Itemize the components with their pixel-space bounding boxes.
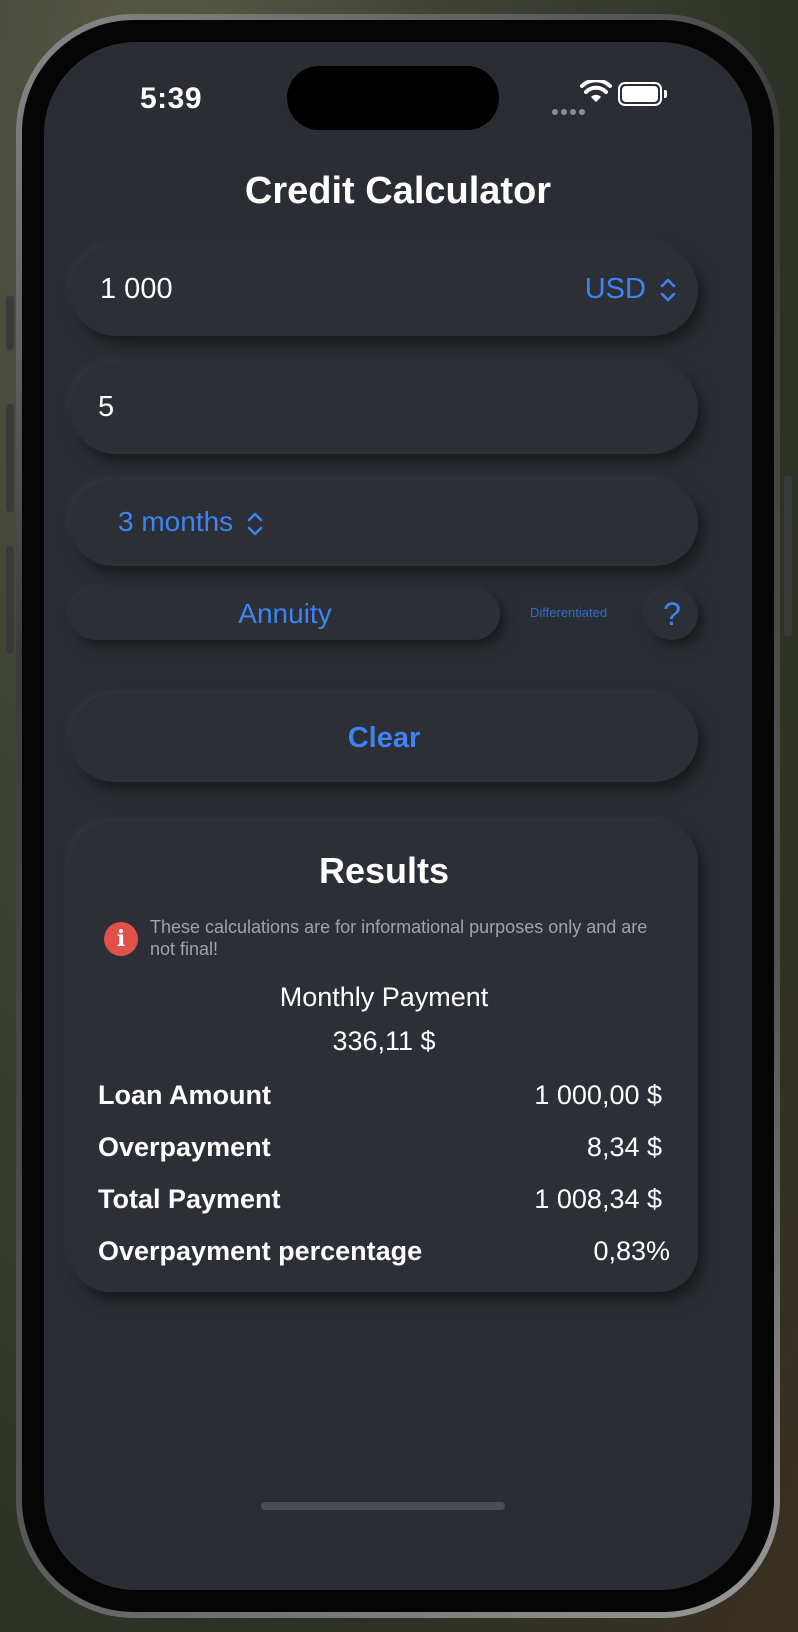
app-screen: 5:39 Credit Calculator 1 000 USD 5 3 mon…: [44, 42, 752, 1590]
volume-up-button: [6, 404, 14, 512]
overpayment-percentage-label: Overpayment percentage: [98, 1236, 423, 1266]
amount-input[interactable]: 1 000: [100, 273, 173, 306]
results-title: Results: [318, 850, 450, 891]
term-field[interactable]: 3 months: [70, 480, 698, 566]
page-title: Credit Calculator: [244, 170, 552, 212]
rate-input[interactable]: 5: [98, 391, 114, 424]
info-icon: i: [104, 922, 138, 956]
home-indicator[interactable]: [261, 1502, 505, 1510]
battery-icon: [618, 82, 667, 106]
term-label: 3 months: [118, 506, 234, 537]
monthly-payment-label: Monthly Payment: [279, 982, 489, 1012]
loan-amount-label: Loan Amount: [98, 1080, 271, 1110]
monthly-payment-value: 336,11 $: [332, 1026, 436, 1056]
overpayment-percentage-value: 0,83%: [593, 1236, 670, 1266]
clear-label: Clear: [347, 722, 421, 754]
help-button[interactable]: ?: [646, 588, 698, 640]
term-picker[interactable]: 3 months: [118, 506, 263, 538]
currency-label: USD: [584, 273, 646, 305]
loan-amount-value: 1 000,00 $: [534, 1080, 662, 1110]
volume-down-button: [6, 546, 14, 654]
wifi-icon: [580, 80, 612, 102]
rate-field[interactable]: 5: [70, 362, 698, 454]
differentiated-segment[interactable]: Differentiated: [530, 605, 607, 620]
amount-field[interactable]: 1 000 USD: [70, 244, 698, 336]
chevron-updown-icon: [660, 279, 676, 302]
disclaimer-text: These calculations are for informational…: [150, 917, 648, 959]
action-button: [6, 296, 14, 350]
overpayment-label: Overpayment: [98, 1132, 271, 1162]
annuity-segment[interactable]: Annuity: [70, 588, 500, 640]
results-card: Results i These calculations are for inf…: [70, 822, 698, 1292]
clear-button[interactable]: Clear: [70, 694, 698, 782]
overpayment-value: 8,34 $: [586, 1132, 662, 1162]
total-payment-label: Total Payment: [98, 1184, 281, 1214]
dynamic-island: [287, 66, 499, 130]
chevron-updown-icon: [247, 512, 263, 535]
currency-picker[interactable]: USD: [585, 273, 676, 306]
power-button: [784, 476, 792, 636]
total-payment-value: 1 008,34 $: [534, 1184, 662, 1214]
signal-icon: [552, 102, 588, 120]
status-time: 5:39: [140, 82, 203, 115]
